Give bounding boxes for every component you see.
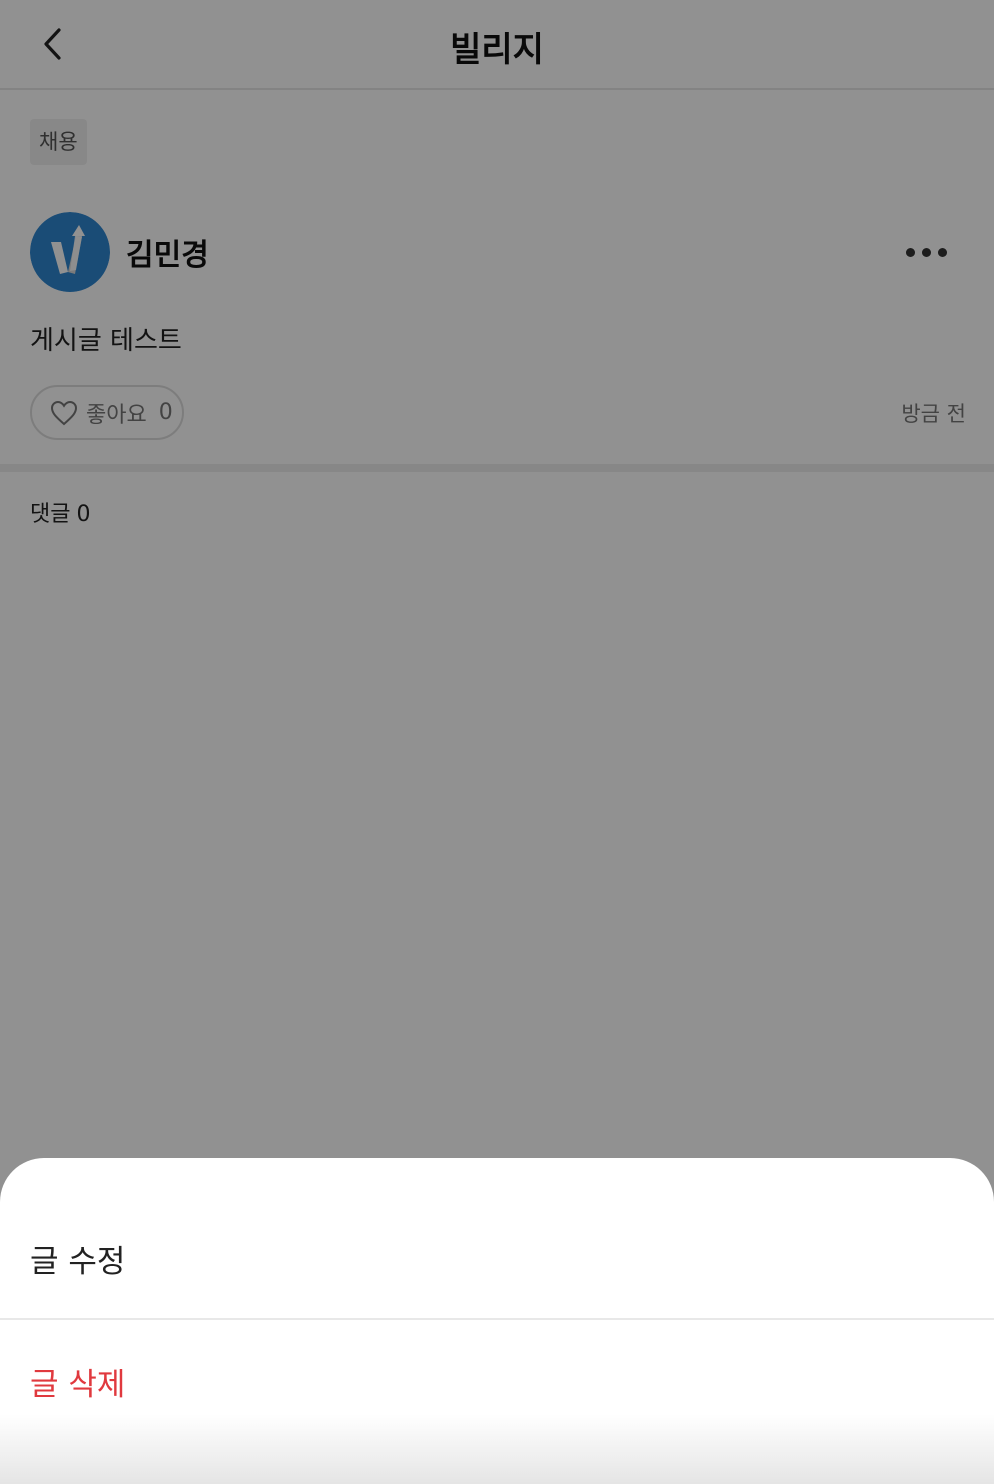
action-sheet: 글 수정 글 삭제 [0, 1158, 994, 1484]
bottom-fade [0, 1414, 994, 1484]
edit-post-button[interactable]: 글 수정 [0, 1198, 994, 1320]
